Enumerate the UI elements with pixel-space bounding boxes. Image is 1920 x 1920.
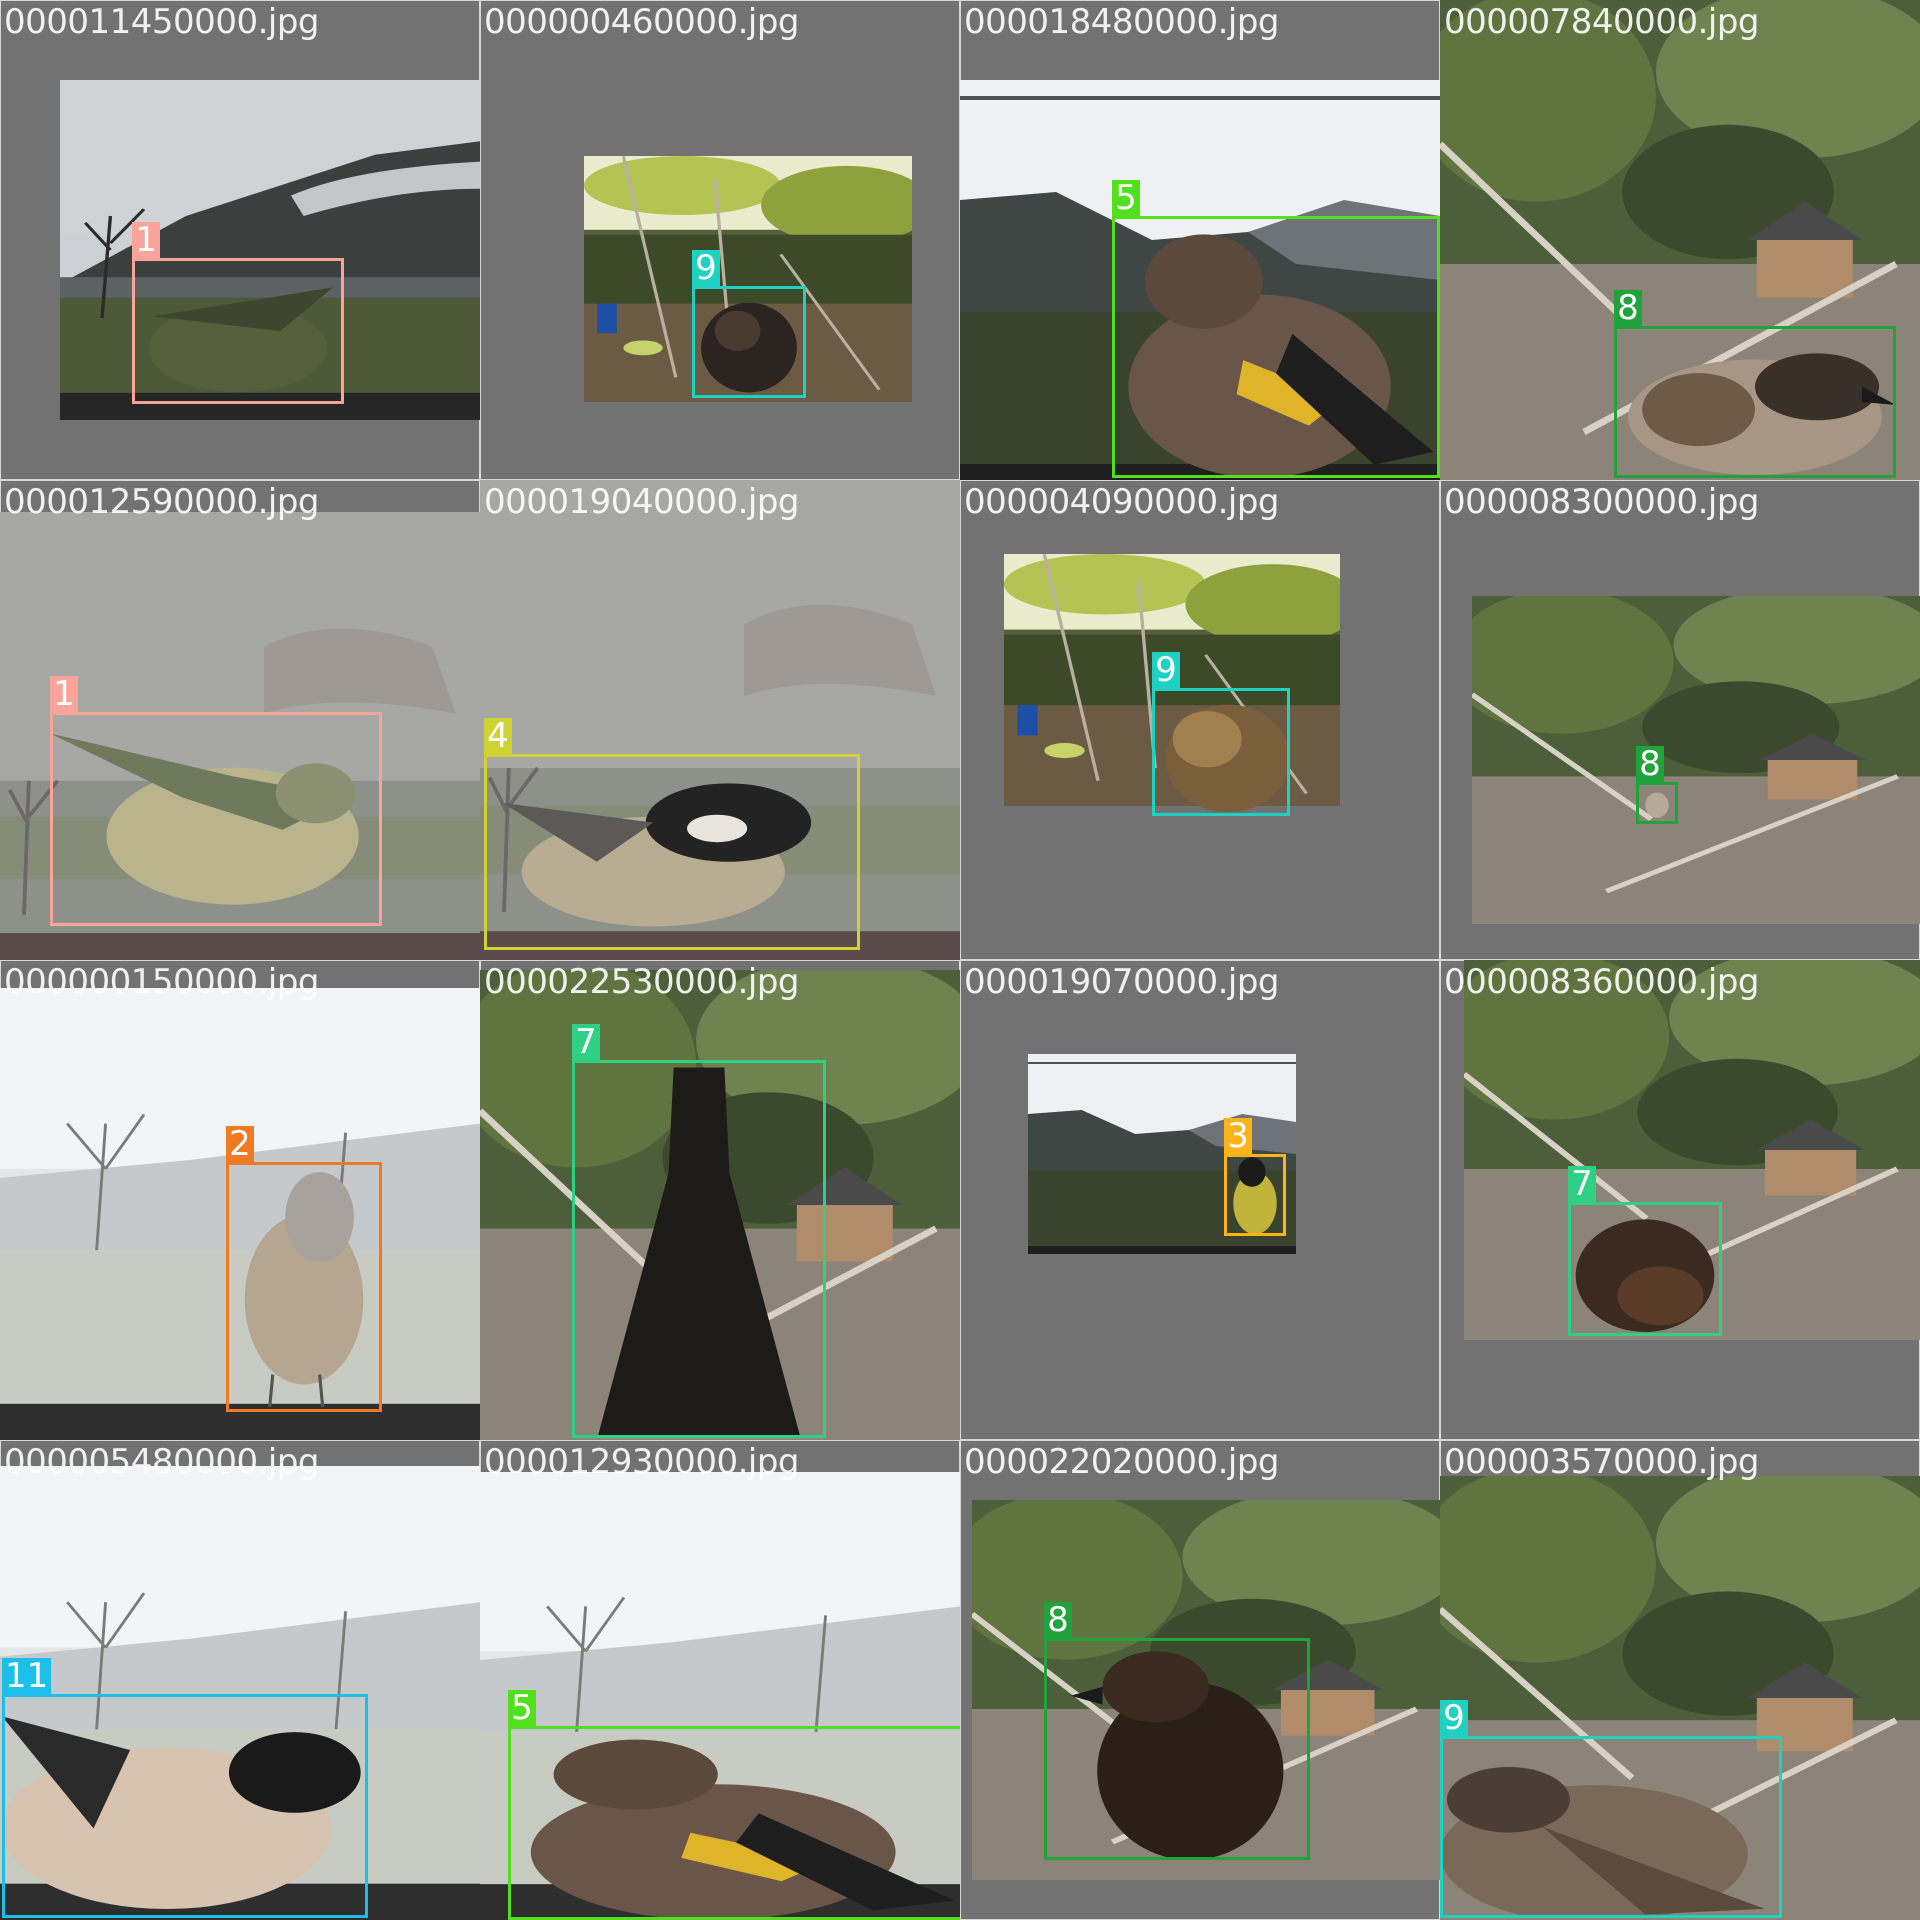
image-tile[interactable]: 9 000000460000.jpg [480, 0, 960, 480]
image-filename: 000012930000.jpg [484, 1442, 800, 1482]
image-filename: 000022020000.jpg [964, 1442, 1280, 1482]
detection-box[interactable] [1112, 216, 1440, 478]
detection-box[interactable] [1614, 326, 1896, 478]
class-label: 2 [226, 1126, 254, 1162]
class-label: 3 [1224, 1118, 1252, 1154]
detection-box[interactable] [1224, 1154, 1286, 1236]
image-filename: 000018480000.jpg [964, 2, 1280, 42]
detection-box[interactable] [508, 1726, 960, 1920]
image-filename: 000011450000.jpg [4, 2, 320, 42]
detection-box[interactable] [572, 1060, 826, 1438]
image-tile[interactable]: 7 000022530000.jpg [480, 960, 960, 1440]
detection-box[interactable] [1044, 1638, 1310, 1860]
class-label: 9 [1440, 1700, 1468, 1736]
image-filename: 000000460000.jpg [484, 2, 800, 42]
class-label: 8 [1614, 290, 1642, 326]
image-tile[interactable]: 8 000008300000.jpg [1440, 480, 1920, 960]
class-label: 9 [1152, 652, 1180, 688]
class-label: 9 [692, 250, 720, 286]
detection-box[interactable] [132, 258, 344, 404]
image-tile[interactable]: 5 000012930000.jpg [480, 1440, 960, 1920]
detection-box[interactable] [1568, 1202, 1722, 1336]
class-label: 8 [1636, 746, 1664, 782]
image-filename: 000012590000.jpg [4, 482, 320, 522]
image-tile[interactable]: 9 000004090000.jpg [960, 480, 1440, 960]
mosaic-grid: 1 000011450000.jpg 9 000000460000.jpg 5 00001… [0, 0, 1920, 1920]
detection-box[interactable] [484, 754, 860, 950]
image-filename: 000004090000.jpg [964, 482, 1280, 522]
class-label: 7 [1568, 1166, 1596, 1202]
image-filename: 000005480000.jpg [4, 1442, 320, 1482]
detection-box[interactable] [1440, 1736, 1782, 1918]
image-tile[interactable]: 7 000008360000.jpg [1440, 960, 1920, 1440]
class-label: 11 [2, 1658, 52, 1694]
class-label: 7 [572, 1024, 600, 1060]
image-tile[interactable]: 8 000007840000.jpg [1440, 0, 1920, 480]
image-filename: 000008360000.jpg [1444, 962, 1760, 1002]
image-filename: 000007840000.jpg [1444, 2, 1760, 42]
detection-box[interactable] [2, 1694, 368, 1918]
image-tile[interactable]: 9 000003570000.jpg [1440, 1440, 1920, 1920]
class-label: 5 [508, 1690, 536, 1726]
bird-photo [1472, 596, 1920, 924]
image-filename: 000019070000.jpg [964, 962, 1280, 1002]
image-tile[interactable]: 1 000012590000.jpg [0, 480, 480, 960]
image-tile[interactable]: 1 000011450000.jpg [0, 0, 480, 480]
image-filename: 000000150000.jpg [4, 962, 320, 1002]
class-label: 8 [1044, 1602, 1072, 1638]
class-label: 5 [1112, 180, 1140, 216]
detection-box[interactable] [1152, 688, 1290, 816]
class-label: 1 [132, 222, 160, 258]
image-filename: 000022530000.jpg [484, 962, 800, 1002]
image-tile[interactable]: 5 000018480000.jpg [960, 0, 1440, 480]
image-tile[interactable]: 4 000019040000.jpg [480, 480, 960, 960]
detection-box[interactable] [50, 712, 382, 926]
image-tile[interactable]: 2 000000150000.jpg [0, 960, 480, 1440]
image-tile[interactable]: 3 000019070000.jpg [960, 960, 1440, 1440]
class-label: 4 [484, 718, 512, 754]
detection-box[interactable] [226, 1162, 382, 1412]
detection-box[interactable] [692, 286, 806, 398]
image-filename: 000008300000.jpg [1444, 482, 1760, 522]
image-filename: 000019040000.jpg [484, 482, 800, 522]
detection-box[interactable] [1636, 782, 1678, 824]
image-tile[interactable]: 8 000022020000.jpg [960, 1440, 1440, 1920]
class-label: 1 [50, 676, 78, 712]
image-filename: 000003570000.jpg [1444, 1442, 1760, 1482]
image-tile[interactable]: 11 000005480000.jpg [0, 1440, 480, 1920]
